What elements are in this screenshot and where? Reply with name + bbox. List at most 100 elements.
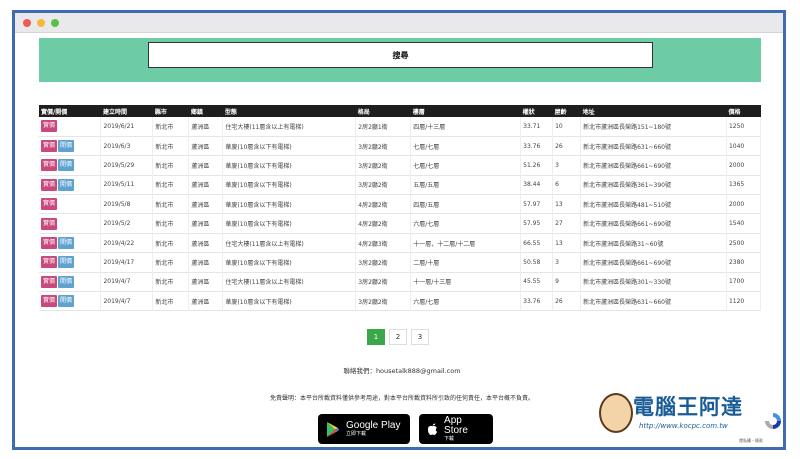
cell-price: 2000 <box>726 155 762 176</box>
cell-city: 新北市 <box>152 136 190 156</box>
sale-price-badge[interactable]: 實價 <box>41 159 58 172</box>
cell-layout: 3房2廳2衛 <box>355 175 412 195</box>
sale-price-badge[interactable]: 實價 <box>41 198 58 211</box>
cell-floor: 六層/七層 <box>410 213 522 234</box>
table-row[interactable]: 實價 開價 2019/6/3 新北市 蘆洲區 華廈(10層含以下有電梯) 3房2廳2衛 七層/… <box>39 136 762 156</box>
cell-city: 新北市 <box>152 252 190 273</box>
sale-price-badge[interactable]: 實價 <box>41 140 58 153</box>
sale-price-badge[interactable]: 實價 <box>41 256 58 269</box>
cell-address: 新北市蘆洲區長榮路631~660號 <box>580 291 727 311</box>
table-row[interactable]: 實價 開價 2019/5/11 新北市 蘆洲區 華廈(10層含以下有電梯) 3房2廳2衛 五層… <box>39 175 762 195</box>
asking-price-badge[interactable]: 開價 <box>58 256 75 269</box>
price-type-cell: 實價 開價 <box>39 252 102 273</box>
asking-price-badge[interactable]: 開價 <box>58 237 75 250</box>
cell-area: 50.58 <box>520 252 554 273</box>
cell-district: 蘆洲區 <box>188 252 224 273</box>
cell-floor: 五層/五層 <box>410 175 522 195</box>
page-2-button[interactable]: 2 <box>389 329 407 345</box>
sale-price-badge[interactable]: 實價 <box>41 120 58 133</box>
page-3-button[interactable]: 3 <box>411 329 429 345</box>
table-row[interactable]: 實價 開價 2019/4/7 新北市 蘆洲區 住宅大樓(11層含以上有電梯) 3房2廳2衛十… <box>39 272 762 292</box>
cell-age: 13 <box>552 194 582 214</box>
column-header: 鄉鎮 <box>190 108 203 116</box>
asking-price-badge[interactable]: 開價 <box>58 295 75 308</box>
cell-age: 26 <box>552 136 582 156</box>
recaptcha-icon[interactable] <box>763 411 783 433</box>
asking-price-badge[interactable]: 開價 <box>58 159 75 172</box>
cell-address: 新北市蘆洲區長榮路661~690號 <box>580 155 727 176</box>
cell-floor: 四層/十三層 <box>410 117 522 137</box>
cell-price: 1120 <box>726 291 762 311</box>
cell-floor: 十一層/十三層 <box>410 272 522 292</box>
cell-district: 蘆洲區 <box>188 194 224 214</box>
apple-icon <box>427 423 438 435</box>
cell-type: 華廈(10層含以下有電梯) <box>222 155 357 176</box>
close-window-icon[interactable] <box>23 18 31 27</box>
cell-price: 1365 <box>726 175 762 195</box>
maximize-window-icon[interactable] <box>51 18 59 27</box>
cell-date: 2019/4/22 <box>100 233 154 253</box>
cell-age: 27 <box>552 213 582 234</box>
cell-floor: 六層/七層 <box>410 291 522 311</box>
column-header: 地址 <box>582 108 595 116</box>
app-store-button[interactable]: App Store 下載 <box>419 414 493 444</box>
cell-district: 蘆洲區 <box>188 117 224 137</box>
browser-window: 搜尋 實價/開價 建立時間 縣市 鄉鎮 型態 格局 樓層 權狀 屋齡 地址 價格 實價 2019/6/… <box>12 10 786 450</box>
google-play-button[interactable]: Google Play 立即下載 <box>318 414 410 444</box>
asking-price-badge[interactable]: 開價 <box>58 140 75 153</box>
price-type-cell: 實價 開價 <box>39 136 102 156</box>
cell-address: 新北市蘆洲區長榮路661~690號 <box>580 252 727 273</box>
search-button[interactable]: 搜尋 <box>148 42 653 68</box>
price-type-cell: 實價 <box>39 117 102 137</box>
cell-address: 新北市蘆洲區長榮路481~510號 <box>580 194 727 214</box>
price-type-cell: 實價 <box>39 194 102 214</box>
watermark-url: http://www.kocpc.com.tw <box>639 422 728 430</box>
cell-district: 蘆洲區 <box>188 175 224 195</box>
cell-age: 9 <box>552 272 582 292</box>
cell-layout: 3房2廳2衛 <box>355 155 412 176</box>
sale-price-badge[interactable]: 實價 <box>41 275 58 288</box>
asking-price-badge[interactable]: 開價 <box>58 178 75 191</box>
table-row[interactable]: 實價 2019/5/2 新北市 蘆洲區 華廈(10層含以下有電梯) 4房2廳2衛 六層/七層… <box>39 213 762 234</box>
price-type-cell: 實價 開價 <box>39 291 102 311</box>
cell-area: 33.76 <box>520 136 554 156</box>
cell-age: 10 <box>552 117 582 137</box>
cell-district: 蘆洲區 <box>188 136 224 156</box>
table-row[interactable]: 實價 開價 2019/5/29 新北市 蘆洲區 華廈(10層含以下有電梯) 3房2廳2衛 七層… <box>39 155 762 176</box>
sale-price-badge[interactable]: 實價 <box>41 178 58 191</box>
cell-layout: 2房2廳1衛 <box>355 117 412 137</box>
cell-city: 新北市 <box>152 233 190 253</box>
cell-type: 住宅大樓(11層含以上有電梯) <box>222 117 357 137</box>
cell-date: 2019/4/7 <box>100 272 154 292</box>
cell-area: 33.71 <box>520 117 554 137</box>
sale-price-badge[interactable]: 實價 <box>41 237 58 250</box>
cell-area: 57.97 <box>520 194 554 214</box>
table-row[interactable]: 實價 開價 2019/4/22 新北市 蘆洲區 住宅大樓(11層含以上有電梯) 4房2廳3衛… <box>39 233 762 253</box>
cell-type: 華廈(10層含以下有電梯) <box>222 194 357 214</box>
cell-layout: 3房2廳2衛 <box>355 136 412 156</box>
asking-price-badge[interactable]: 開價 <box>58 275 75 288</box>
cell-city: 新北市 <box>152 117 190 137</box>
cell-layout: 3房2廳2衛 <box>355 291 412 311</box>
recaptcha-text[interactable]: 隱私權・條款 <box>739 438 763 444</box>
table-row[interactable]: 實價 2019/5/8 新北市 蘆洲區 華廈(10層含以下有電梯) 4房2廳2衛 四層/五層… <box>39 194 762 214</box>
google-play-sub: 立即下載 <box>346 431 367 437</box>
cell-city: 新北市 <box>152 272 190 292</box>
column-header: 型態 <box>224 108 237 116</box>
cell-district: 蘆洲區 <box>188 233 224 253</box>
cell-type: 華廈(10層含以下有電梯) <box>222 213 357 234</box>
minimize-window-icon[interactable] <box>37 18 45 27</box>
table-row[interactable]: 實價 開價 2019/4/17 新北市 蘆洲區 華廈(10層含以下有電梯) 3房2廳2衛 二層… <box>39 252 762 273</box>
table-row[interactable]: 實價 2019/6/21 新北市 蘆洲區 住宅大樓(11層含以上有電梯) 2房2廳1衛 四層… <box>39 117 762 137</box>
mascot-face-icon <box>599 393 633 433</box>
price-type-cell: 實價 開價 <box>39 233 102 253</box>
cell-layout: 4房2廳2衛 <box>355 194 412 214</box>
app-store-sub: 下載 <box>444 436 455 442</box>
cell-district: 蘆洲區 <box>188 155 224 176</box>
column-header: 格局 <box>357 108 370 116</box>
cell-age: 6 <box>552 175 582 195</box>
table-row[interactable]: 實價 開價 2019/4/7 新北市 蘆洲區 華廈(10層含以下有電梯) 3房2廳2衛 六層/… <box>39 291 762 311</box>
sale-price-badge[interactable]: 實價 <box>41 295 58 308</box>
page-1-button[interactable]: 1 <box>367 329 385 345</box>
sale-price-badge[interactable]: 實價 <box>41 217 58 230</box>
